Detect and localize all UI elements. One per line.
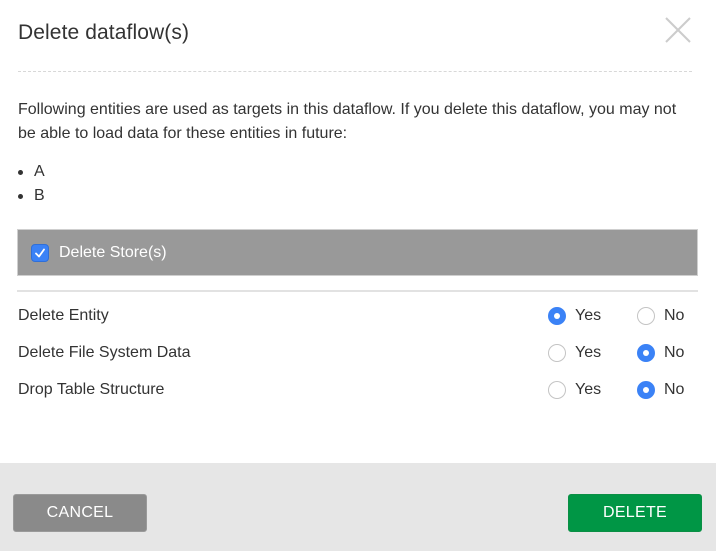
radio-no-drop-table-structure[interactable]: No xyxy=(637,381,684,399)
radio-yes-delete-file-system-data[interactable]: Yes xyxy=(548,344,601,362)
delete-store-checkbox[interactable] xyxy=(31,243,49,262)
entity-list: A B xyxy=(18,160,45,208)
dialog-title: Delete dataflow(s) xyxy=(18,21,190,44)
radio-no-delete-entity[interactable]: No xyxy=(637,307,684,325)
radio-label: Yes xyxy=(575,307,602,324)
radio-button[interactable] xyxy=(637,307,655,325)
section-divider xyxy=(17,290,698,292)
radio-button[interactable] xyxy=(637,381,655,399)
delete-button[interactable]: DELETE xyxy=(568,494,702,532)
radio-no-delete-file-system-data[interactable]: No xyxy=(637,344,684,362)
checkmark-icon xyxy=(35,248,45,257)
option-row-delete-entity: Delete Entity Yes No xyxy=(18,304,698,328)
radio-label: No xyxy=(664,307,685,324)
entity-list-item: A xyxy=(18,160,45,184)
radio-yes-drop-table-structure[interactable]: Yes xyxy=(548,381,601,399)
radio-button[interactable] xyxy=(548,307,566,325)
radio-button[interactable] xyxy=(548,381,566,399)
radio-button[interactable] xyxy=(637,344,655,362)
dialog-header: Delete dataflow(s) xyxy=(18,0,692,72)
cancel-button[interactable]: CANCEL xyxy=(13,494,147,532)
option-row-delete-file-system-data: Delete File System Data Yes No xyxy=(18,341,698,365)
radio-label: No xyxy=(664,344,685,361)
radio-button[interactable] xyxy=(548,344,566,362)
radio-label: Yes xyxy=(575,344,602,361)
close-button[interactable] xyxy=(664,16,692,44)
option-row-drop-table-structure: Drop Table Structure Yes No xyxy=(18,378,698,402)
delete-store-label: Delete Store(s) xyxy=(59,243,167,261)
close-icon xyxy=(665,17,691,43)
delete-dataflow-dialog: Delete dataflow(s) Following entities ar… xyxy=(0,0,716,551)
radio-label: No xyxy=(664,381,685,398)
radio-yes-delete-entity[interactable]: Yes xyxy=(548,307,601,325)
entity-list-item: B xyxy=(18,184,45,208)
delete-store-toggle[interactable]: Delete Store(s) xyxy=(17,229,698,276)
warning-message: Following entities are used as targets i… xyxy=(18,101,677,142)
dialog-footer: CANCEL DELETE xyxy=(0,463,716,551)
radio-label: Yes xyxy=(575,381,602,398)
